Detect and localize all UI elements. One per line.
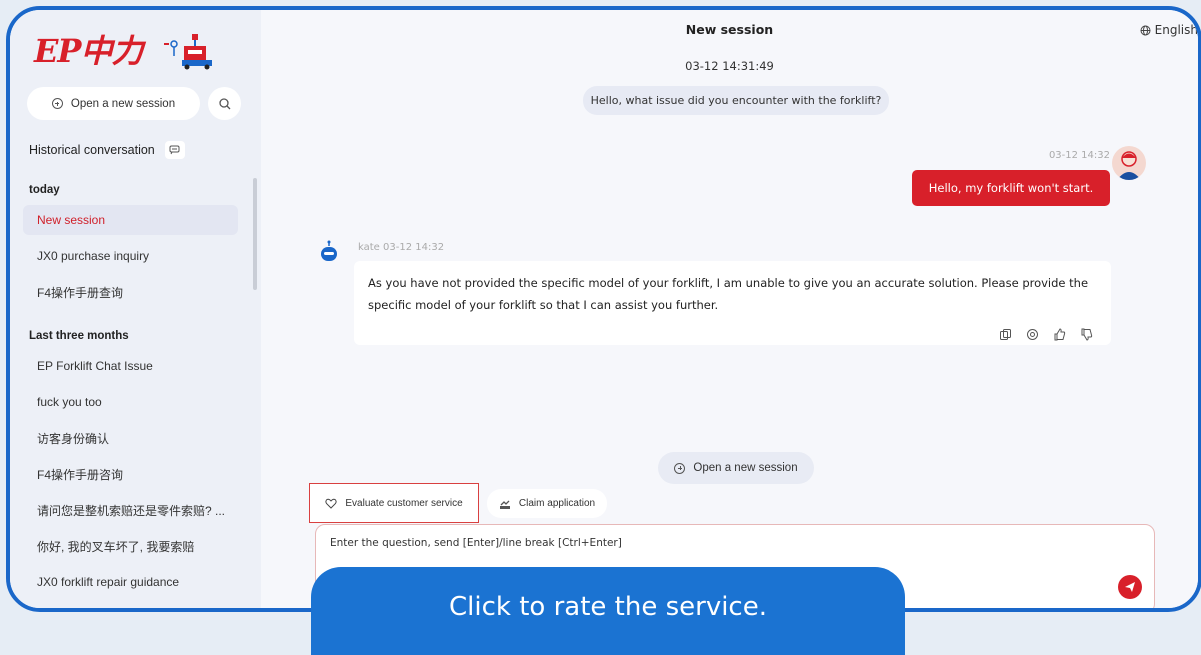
robot-logo-icon xyxy=(164,34,212,70)
history-item[interactable]: 你好, 我的叉车坏了, 我要索赔 xyxy=(23,531,238,561)
history-item[interactable]: JX0 purchase inquiry xyxy=(23,241,238,271)
globe-icon xyxy=(1140,25,1151,35)
historical-conversation-header: Historical conversation xyxy=(29,141,185,159)
session-start-time: 03-12 14:31:49 xyxy=(685,59,774,73)
history-group-last-three-months: Last three months xyxy=(29,330,129,342)
sidebar: EP中力 Open a new session Historical conve… xyxy=(10,10,261,608)
history-item[interactable]: F4操作手册查询 xyxy=(23,277,238,307)
user-message-time: 03-12 14:32 xyxy=(1048,150,1110,161)
instruction-caption: Click to rate the service. xyxy=(311,567,905,655)
question-input-placeholder: Enter the question, send [Enter]/line br… xyxy=(330,537,622,549)
heart-icon xyxy=(325,498,337,509)
thumbs-up-icon[interactable] xyxy=(1053,326,1066,341)
history-item[interactable]: fuck you too xyxy=(23,387,238,417)
user-message: Hello, my forklift won't start. xyxy=(912,170,1110,206)
message-actions xyxy=(999,326,1093,341)
chat-main: New session English 03-12 14:31:49 Hello… xyxy=(261,10,1198,608)
logo: EP中力 xyxy=(34,24,234,70)
bot-message-text: As you have not provided the specific mo… xyxy=(368,276,1089,312)
send-button[interactable] xyxy=(1118,575,1142,599)
search-icon xyxy=(218,97,230,109)
claim-application-button[interactable]: Claim application xyxy=(487,489,607,518)
copy-icon[interactable] xyxy=(999,326,1012,340)
history-item-new-session[interactable]: New session xyxy=(23,205,238,235)
search-button[interactable] xyxy=(208,87,241,120)
evaluate-customer-service-label: Evaluate customer service xyxy=(345,497,463,509)
page-title: New session xyxy=(685,22,774,37)
open-new-session-label: Open a new session xyxy=(70,97,176,110)
open-new-session-chat-button[interactable]: Open a new session xyxy=(658,452,814,484)
thumbs-down-icon[interactable] xyxy=(1080,326,1093,341)
logo-text: EP中力 xyxy=(34,32,143,70)
sidebar-scrollbar[interactable] xyxy=(253,178,257,290)
history-item[interactable]: 请问您是整机索赔还是零件索赔? ... xyxy=(23,495,238,525)
claim-application-label: Claim application xyxy=(518,498,596,509)
bot-name: kate xyxy=(358,242,380,253)
regenerate-icon[interactable] xyxy=(1026,326,1039,340)
chat-history-icon[interactable] xyxy=(164,141,185,159)
evaluate-customer-service-button[interactable]: Evaluate customer service xyxy=(315,490,472,516)
open-new-session-chat-label: Open a new session xyxy=(693,462,798,474)
app-frame: EP中力 Open a new session Historical conve… xyxy=(6,6,1201,612)
history-item[interactable]: JX0 forklift repair guidance xyxy=(23,567,238,597)
plus-circle-icon xyxy=(51,98,63,109)
history-group-today: today xyxy=(29,184,60,196)
bot-message-time: 03-12 14:32 xyxy=(383,242,445,253)
history-item[interactable]: EP Forklift Chat Issue xyxy=(23,351,238,381)
bot-message: As you have not provided the specific mo… xyxy=(354,261,1111,345)
claim-icon xyxy=(499,500,510,509)
historical-conversation-label: Historical conversation xyxy=(29,143,155,157)
send-icon xyxy=(1125,582,1135,592)
bot-avatar-icon xyxy=(321,240,337,261)
open-new-session-button[interactable]: Open a new session xyxy=(27,87,200,120)
history-item[interactable]: F4操作手册咨询 xyxy=(23,459,238,489)
history-item[interactable]: 访客身份确认 xyxy=(23,423,238,453)
language-label: English xyxy=(1154,23,1198,37)
language-switch[interactable]: English xyxy=(1140,23,1198,37)
evaluate-customer-service-highlight[interactable]: Evaluate customer service xyxy=(309,483,479,523)
plus-circle-icon xyxy=(674,462,686,474)
bot-message-meta: kate 03-12 14:32 xyxy=(358,242,444,253)
greeting-message: Hello, what issue did you encounter with… xyxy=(583,86,889,115)
user-avatar xyxy=(1112,146,1146,180)
